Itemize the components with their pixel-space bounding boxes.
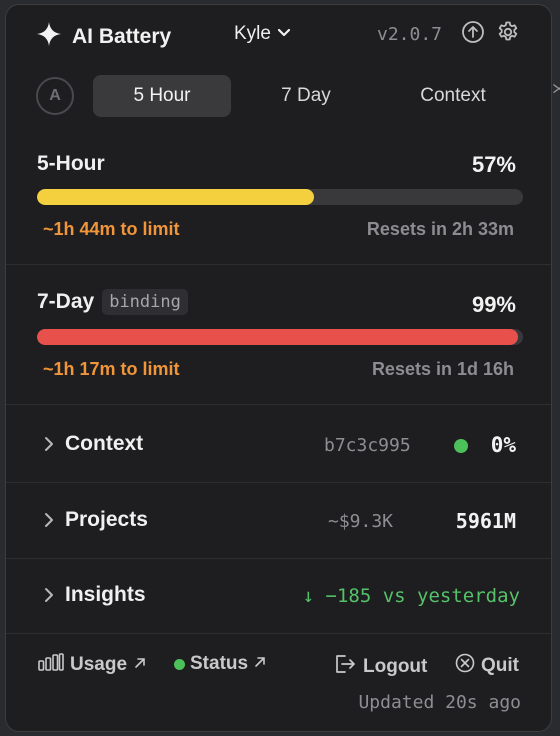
- version-label: v2.0.7: [377, 24, 443, 45]
- context-label: Context: [65, 432, 144, 455]
- usage-percent: 57%: [471, 152, 516, 177]
- status-link-label: Status: [190, 653, 249, 674]
- app-title: AI Battery: [72, 24, 172, 48]
- usage-progress-bar: [37, 329, 523, 345]
- user-switcher[interactable]: Kyle: [234, 23, 291, 45]
- insights-trend: ↓ −185 vs yesterday: [302, 585, 520, 607]
- bar-chart-icon: [38, 653, 64, 677]
- logout-icon: [333, 653, 357, 681]
- header: AI Battery Kyle v2.0.7: [6, 5, 551, 65]
- arrow-up-circle-icon: [461, 20, 485, 49]
- chevron-right-icon: [44, 587, 54, 608]
- reset-time: Resets in 1d 16h: [371, 359, 514, 379]
- logout-label: Logout: [363, 656, 428, 677]
- tab-7-day[interactable]: 7 Day: [237, 75, 375, 117]
- insights-row[interactable]: Insights ↓ −185 vs yesterday: [6, 558, 551, 632]
- usage-percent: 99%: [471, 292, 516, 317]
- reset-time: Resets in 2h 33m: [366, 219, 514, 239]
- quit-button[interactable]: Quit: [455, 653, 519, 679]
- time-to-limit: ~1h 44m to limit: [43, 219, 180, 239]
- quit-label: Quit: [481, 655, 519, 676]
- usage-title-text: 5-Hour: [37, 152, 105, 175]
- divider: [6, 633, 551, 634]
- usage-link-label: Usage: [70, 654, 128, 675]
- close-circle-icon: [455, 653, 475, 679]
- context-session-id: b7c3c995: [324, 435, 411, 456]
- usage-progress-bar: [37, 189, 523, 205]
- account-avatar[interactable]: A: [36, 77, 74, 115]
- update-button[interactable]: [460, 20, 486, 49]
- projects-row[interactable]: Projects ~$9.3K 5961M: [6, 483, 551, 557]
- chevron-right-icon: [44, 512, 54, 533]
- projects-tokens: 5961M: [455, 509, 516, 533]
- usage-title: 5-Hour: [37, 152, 105, 176]
- insights-label: Insights: [65, 583, 146, 606]
- tab-context[interactable]: Context: [384, 75, 522, 117]
- time-to-limit: ~1h 17m to limit: [43, 359, 180, 379]
- status-dot: [174, 658, 185, 670]
- gear-icon: [496, 20, 520, 49]
- context-row[interactable]: Context b7c3c995 0%: [6, 407, 551, 481]
- user-name: Kyle: [234, 23, 271, 44]
- usage-link[interactable]: Usage: [38, 653, 147, 677]
- external-link-icon: [253, 653, 267, 675]
- ai-battery-popover: AI Battery Kyle v2.0.7 A 5 Hour 7 Day Co…: [5, 4, 552, 732]
- usage-title-text: 7-Day: [37, 290, 95, 313]
- settings-button[interactable]: [495, 21, 521, 47]
- divider: [6, 404, 551, 405]
- sparkle-icon: [36, 21, 62, 52]
- status-dot: [454, 439, 468, 453]
- logout-button[interactable]: Logout: [333, 653, 427, 681]
- projects-label: Projects: [65, 508, 148, 531]
- usage-title: 7-Day binding: [37, 289, 188, 315]
- chevron-down-icon: [277, 25, 291, 43]
- binding-badge: binding: [102, 289, 188, 315]
- projects-cost: ~$9.3K: [328, 511, 394, 532]
- usage-progress-fill: [37, 329, 519, 345]
- brand: AI Battery: [36, 21, 171, 52]
- divider: [6, 264, 551, 265]
- external-link-icon: [133, 654, 147, 676]
- status-link[interactable]: Status: [174, 653, 267, 675]
- chevron-right-icon: [44, 436, 54, 457]
- tab-5-hour[interactable]: 5 Hour: [93, 75, 231, 117]
- context-percent: 0%: [490, 433, 516, 457]
- last-updated: Updated 20s ago: [358, 692, 521, 713]
- background-window-edge: ⋊: [552, 80, 560, 96]
- usage-progress-fill: [37, 189, 315, 205]
